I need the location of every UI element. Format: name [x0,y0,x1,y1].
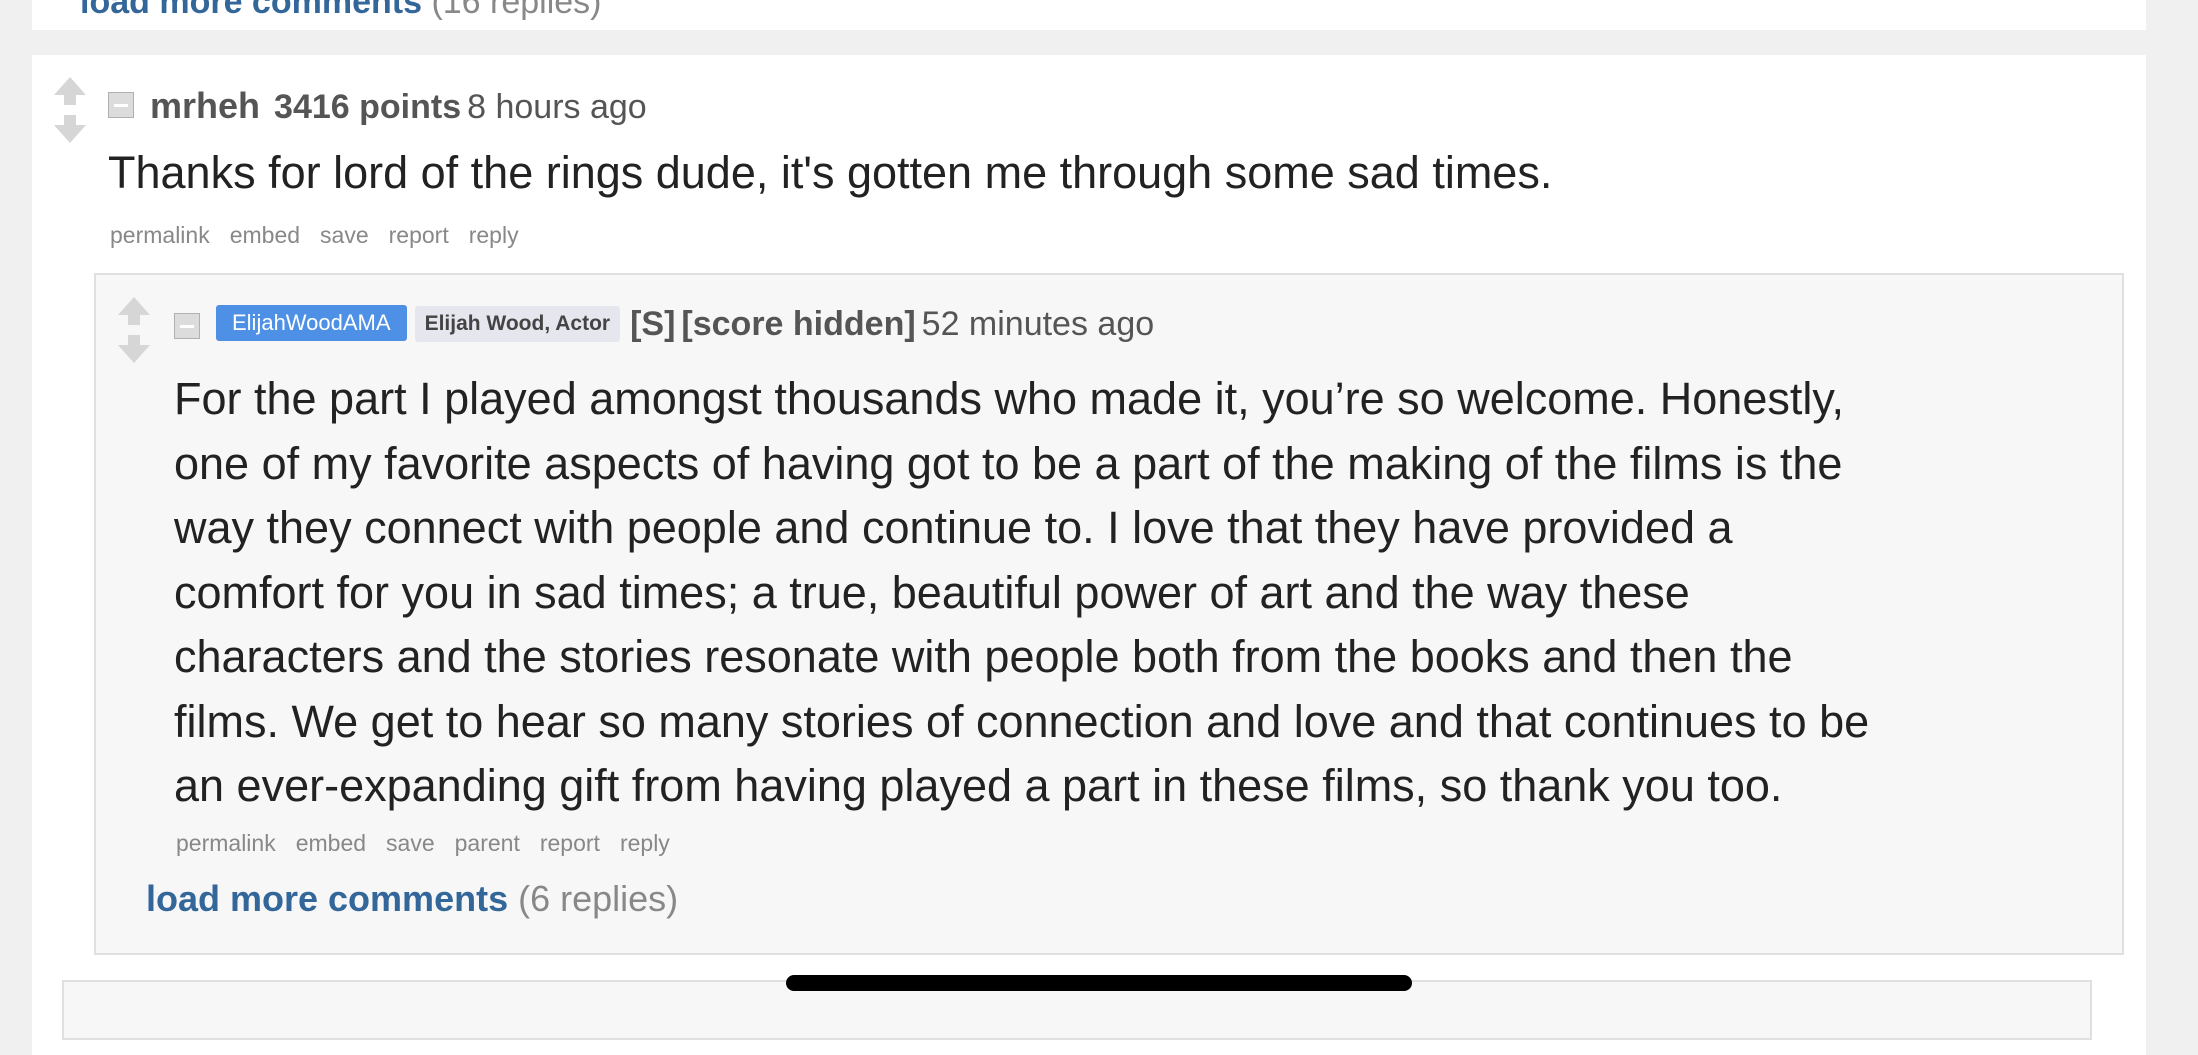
reply-actions: permalink embed save parent report reply [176,830,690,857]
reply-body-line: way they connect with people and continu… [174,502,1733,553]
load-more-link[interactable]: load more comments [80,0,422,21]
parent-link[interactable]: parent [455,830,520,856]
load-more-count: (6 replies) [518,878,679,919]
comment-tagline: mrheh 3416 points 8 hours ago [150,85,647,127]
embed-link[interactable]: embed [296,830,366,856]
permalink-link[interactable]: permalink [110,222,210,248]
reply-body-line: an ever-expanding gift from having playe… [174,760,1783,811]
load-more-link[interactable]: load more comments [146,878,508,919]
comment-time: 8 hours ago [467,88,647,126]
reply-link[interactable]: reply [469,222,519,248]
reply-link[interactable]: reply [620,830,670,856]
comment-actions: permalink embed save report reply [110,222,539,249]
reply-body-line: For the part I played amongst thousands … [174,373,1845,424]
reply-comment: ElijahWoodAMA Elijah Wood, Actor [S] [score… [94,273,2124,955]
load-more-count: (16 replies) [431,0,602,21]
embed-link[interactable]: embed [230,222,300,248]
comment-score: 3416 points [274,88,462,126]
reply-score: [score hidden] [681,305,916,343]
vote-arrows-icon[interactable] [50,75,90,145]
load-more-replies[interactable]: load more comments (6 replies) [146,878,678,920]
report-link[interactable]: report [389,222,449,248]
reply-body-line: films. We get to hear so many stories of… [174,695,1870,747]
previous-comment-card: load more comments (16 replies) [32,0,2146,30]
reply-body-line: characters and the stories resonate with… [174,631,1793,682]
author-flair: Elijah Wood, Actor [414,306,621,342]
reply-author[interactable]: ElijahWoodAMA [216,305,407,341]
reply-body-line: one of my favorite aspects of having got… [174,437,1843,489]
previous-load-more[interactable]: load more comments (16 replies) [80,0,602,22]
home-indicator[interactable] [786,975,1412,991]
reply-time: 52 minutes ago [921,305,1155,343]
vote-arrows-icon[interactable] [114,295,154,365]
reply-tagline: ElijahWoodAMA Elijah Wood, Actor [S] [score… [216,305,1154,344]
submitter-badge: [S] [630,305,676,343]
reply-body: For the part I played amongst thousands … [174,367,1869,819]
save-link[interactable]: save [320,222,369,248]
comment-card: mrheh 3416 points 8 hours ago Thanks for l… [32,55,2146,1055]
save-link[interactable]: save [386,830,435,856]
report-link[interactable]: report [540,830,600,856]
reply-body-line: comfort for you in sad times; a true, be… [174,566,1690,618]
collapse-icon[interactable] [108,92,134,118]
comment-body: Thanks for lord of the rings dude, it's … [108,147,1553,198]
collapse-icon[interactable] [174,313,200,339]
comment-author[interactable]: mrheh [150,85,260,126]
permalink-link[interactable]: permalink [176,830,276,856]
